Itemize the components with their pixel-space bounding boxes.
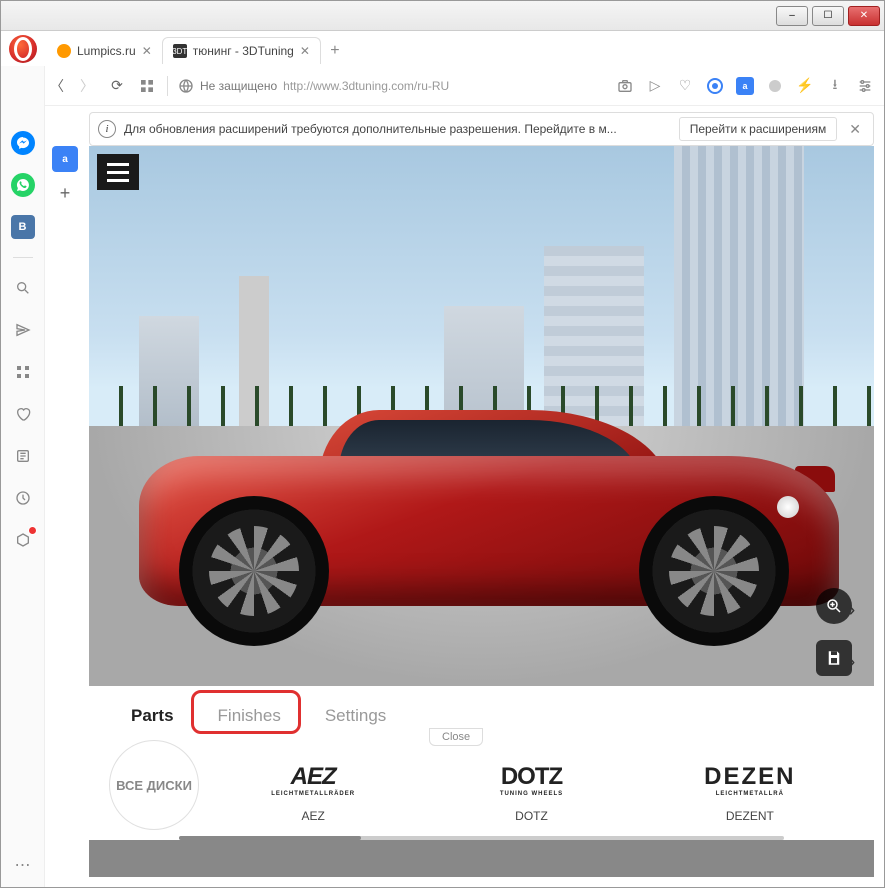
news-sidebar-icon[interactable] bbox=[11, 444, 35, 468]
speed-dial-button[interactable] bbox=[137, 76, 157, 96]
tab-close-icon[interactable]: ✕ bbox=[300, 44, 310, 58]
sidebar-more-icon[interactable]: ⋯ bbox=[15, 855, 31, 875]
vk-icon[interactable]: B bbox=[11, 215, 35, 239]
new-tab-button[interactable]: + bbox=[325, 41, 345, 61]
fuel-cap bbox=[777, 496, 799, 518]
play-icon[interactable]: ▷ bbox=[646, 77, 664, 95]
bookmark-heart-icon[interactable]: ♡ bbox=[676, 77, 694, 95]
favicon-3dtuning: 3DT bbox=[173, 44, 187, 58]
brand-name: AEZ bbox=[209, 809, 417, 823]
brand-logo-text: DEZEN bbox=[704, 763, 795, 791]
messenger-icon[interactable] bbox=[11, 131, 35, 155]
screenshot-icon[interactable] bbox=[616, 77, 634, 95]
favicon-lumpics bbox=[57, 44, 71, 58]
addr-divider bbox=[167, 76, 168, 96]
adblock-icon[interactable] bbox=[706, 77, 724, 95]
translate-addr-icon[interactable]: а bbox=[736, 77, 754, 95]
wheel-front[interactable] bbox=[179, 496, 329, 646]
zoom-expand-icon[interactable]: › bbox=[840, 592, 864, 628]
panel-close-button[interactable]: Close bbox=[429, 728, 483, 746]
brand-name: DEZENT bbox=[646, 809, 854, 823]
extension-infobar: i Для обновления расширений требуются до… bbox=[89, 112, 874, 146]
window-close[interactable]: ✕ bbox=[848, 6, 880, 26]
history-sidebar-icon[interactable] bbox=[11, 486, 35, 510]
url-field[interactable]: Не защищено http://www.3dtuning.com/ru-R… bbox=[178, 78, 606, 94]
brand-aez[interactable]: AEZLEICHTMETALLRÄDER AEZ bbox=[209, 757, 417, 823]
extensions-sidebar-icon[interactable] bbox=[11, 528, 35, 552]
address-bar: 〈 〉 ⟳ Не защищено http://www.3dtuning.co… bbox=[1, 66, 884, 106]
tab-settings[interactable]: Settings bbox=[303, 696, 408, 736]
back-button[interactable]: 〈 bbox=[47, 76, 67, 96]
parts-panel: Parts Finishes Settings Close ВСЕ ДИСКИ … bbox=[89, 686, 874, 840]
whatsapp-icon[interactable] bbox=[11, 173, 35, 197]
window-titlebar: – ☐ ✕ bbox=[1, 1, 884, 31]
brand-dotz[interactable]: DOTZTUNING WHEELS DOTZ bbox=[427, 757, 635, 823]
brand-logo-text: DOTZ bbox=[501, 763, 562, 791]
brand-logo-text: AEZ bbox=[291, 763, 336, 791]
brand-scrollbar[interactable] bbox=[179, 836, 784, 840]
all-disks-button[interactable]: ВСЕ ДИСКИ bbox=[109, 740, 199, 830]
brand-logo-sub: LEICHTMETALLRÄDER bbox=[271, 791, 355, 797]
brand-logo-sub: LEICHTMETALLRÄ bbox=[716, 791, 784, 797]
tab-close-icon[interactable]: ✕ bbox=[142, 44, 152, 58]
addr-actions: ▷ ♡ а ⚡ ⭳ bbox=[616, 77, 874, 95]
brand-name: DOTZ bbox=[427, 809, 635, 823]
send-sidebar-icon[interactable] bbox=[11, 318, 35, 342]
brand-row: ВСЕ ДИСКИ AEZLEICHTMETALLRÄDER AEZ DOTZT… bbox=[89, 742, 874, 834]
url-text: http://www.3dtuning.com/ru-RU bbox=[283, 79, 449, 93]
sidebar-divider bbox=[13, 257, 33, 258]
page-sidebar: а + bbox=[45, 146, 85, 206]
tab-finishes[interactable]: Finishes bbox=[196, 696, 303, 736]
tab-title: Lumpics.ru bbox=[77, 44, 136, 58]
window-maximize[interactable]: ☐ bbox=[812, 6, 844, 26]
tab-title: тюнинг - 3DTuning bbox=[193, 44, 294, 58]
brand-dezent[interactable]: DEZENLEICHTMETALLRÄ DEZENT bbox=[646, 757, 854, 823]
forward-button[interactable]: 〉 bbox=[77, 76, 97, 96]
download-icon[interactable]: ⭳ bbox=[826, 77, 844, 95]
tab-lumpics[interactable]: Lumpics.ru ✕ bbox=[47, 38, 162, 64]
browser-tabs: Lumpics.ru ✕ 3DT тюнинг - 3DTuning ✕ + bbox=[1, 31, 884, 66]
speed-dial-icon[interactable] bbox=[11, 360, 35, 384]
car-model[interactable]: 3DT bbox=[109, 386, 849, 646]
info-icon: i bbox=[98, 120, 116, 138]
reload-button[interactable]: ⟳ bbox=[107, 76, 127, 96]
go-to-extensions-button[interactable]: Перейти к расширениям bbox=[679, 117, 838, 141]
infobar-message: Для обновления расширений требуются допо… bbox=[124, 122, 671, 136]
opera-sidebar: B ⋯ bbox=[1, 31, 45, 887]
page-content: 3DT › › Parts Finishes Settings Close ВС… bbox=[89, 146, 874, 877]
wheel-rear[interactable] bbox=[639, 496, 789, 646]
car-viewport[interactable]: 3DT › › bbox=[89, 146, 874, 686]
infobar-close-icon[interactable]: ✕ bbox=[845, 121, 865, 138]
viewport-controls: › › bbox=[794, 580, 864, 686]
app-menu-button[interactable] bbox=[97, 154, 139, 190]
window-minimize[interactable]: – bbox=[776, 6, 808, 26]
vpn-icon[interactable] bbox=[766, 77, 784, 95]
tab-3dtuning[interactable]: 3DT тюнинг - 3DTuning ✕ bbox=[162, 37, 321, 64]
security-label: Не защищено bbox=[200, 79, 277, 93]
tab-parts[interactable]: Parts bbox=[109, 696, 196, 736]
globe-icon bbox=[178, 78, 194, 94]
heart-sidebar-icon[interactable] bbox=[11, 402, 35, 426]
wand-icon[interactable]: ⚡ bbox=[796, 77, 814, 95]
add-sidebar-button[interactable]: + bbox=[52, 180, 78, 206]
easy-setup-icon[interactable] bbox=[856, 77, 874, 95]
translate-page-icon[interactable]: а bbox=[52, 146, 78, 172]
search-sidebar-icon[interactable] bbox=[11, 276, 35, 300]
opera-menu-button[interactable] bbox=[9, 35, 37, 63]
save-expand-icon[interactable]: › bbox=[840, 644, 864, 680]
brand-logo-sub: TUNING WHEELS bbox=[500, 791, 563, 797]
